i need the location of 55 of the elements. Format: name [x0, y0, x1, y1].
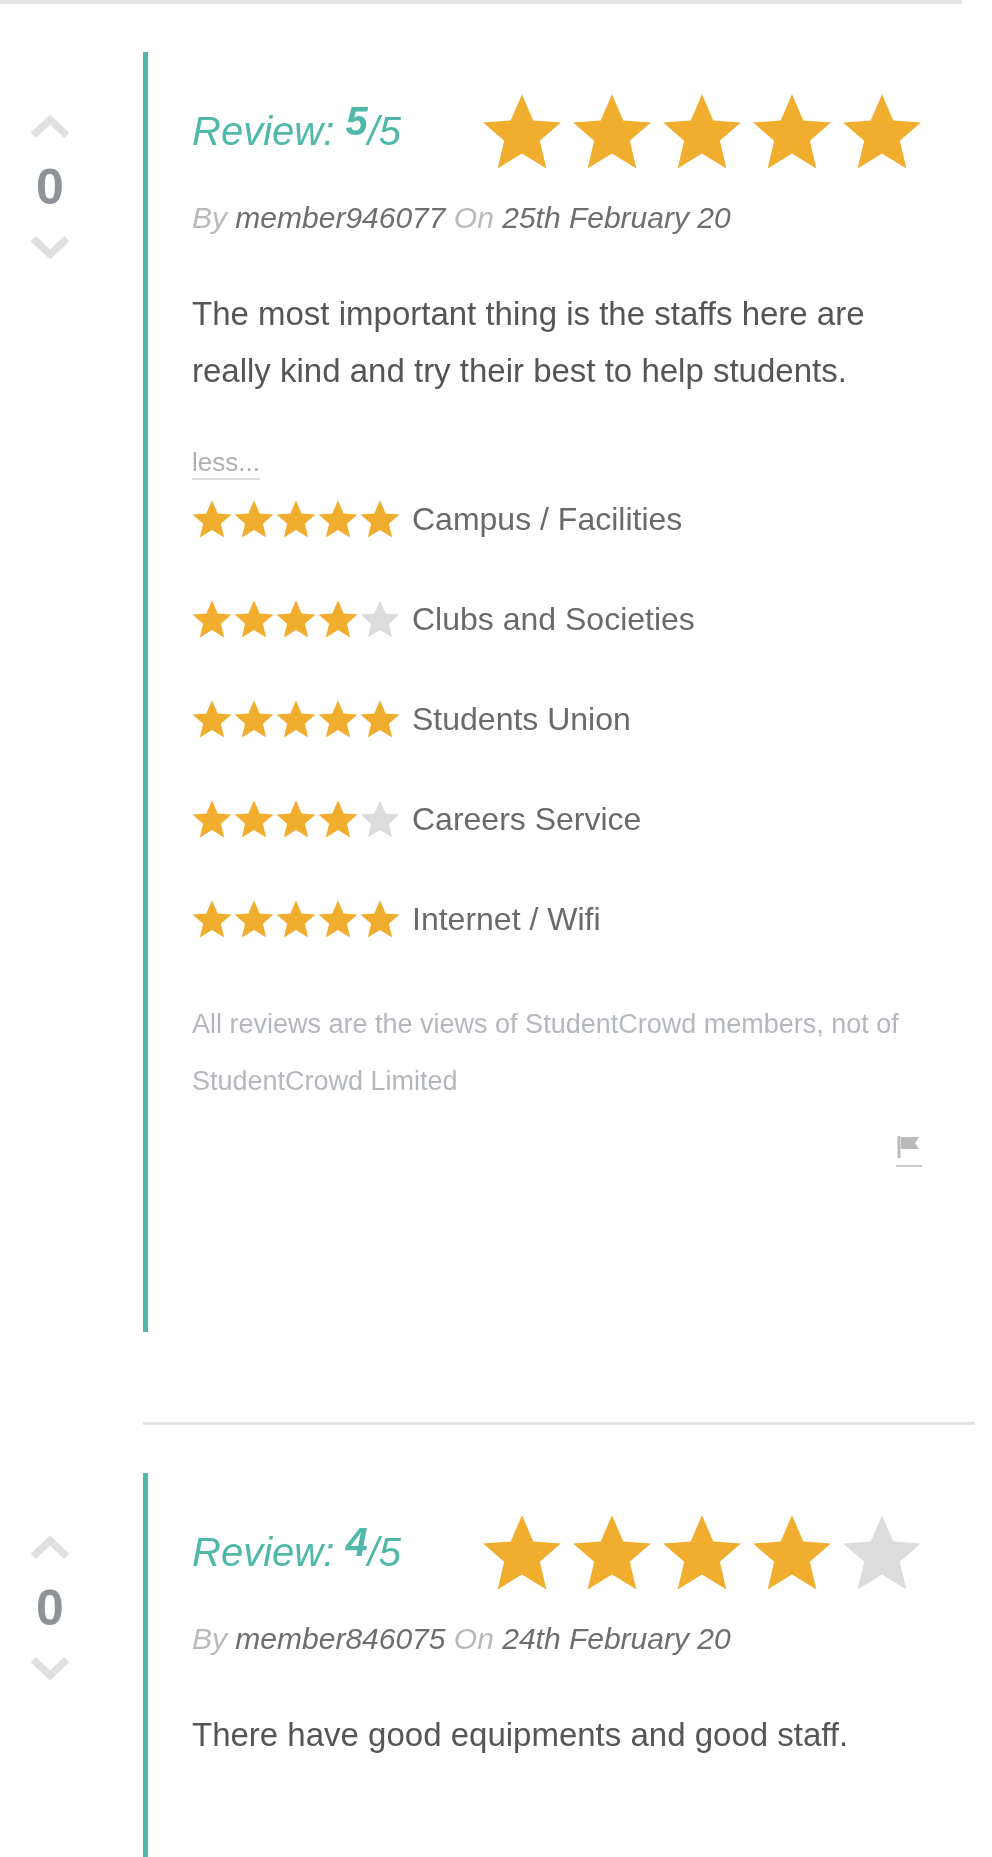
star-icon — [276, 800, 316, 838]
star-icon — [318, 900, 358, 938]
category-name: Internet / Wifi — [412, 900, 601, 938]
star-icon — [360, 800, 400, 838]
star-icon — [318, 700, 358, 738]
star-icon — [192, 900, 232, 938]
review-score: Review: 5/5 — [192, 109, 402, 154]
review-byline: By member846075 On 24th February 20 — [192, 1622, 732, 1656]
category-name: Students Union — [412, 700, 631, 738]
star-icon — [318, 600, 358, 638]
star-icon — [192, 800, 232, 838]
vote-count: 0 — [36, 1583, 64, 1633]
star-icon — [192, 700, 232, 738]
star-icon — [482, 94, 562, 169]
star-icon — [192, 600, 232, 638]
star-icon — [662, 1515, 742, 1590]
review-text: The most important thing is the staffs here are really kind and try their best to help students. — [192, 294, 866, 391]
star-icon — [234, 800, 274, 838]
star-icon — [482, 1515, 562, 1590]
star-icon — [572, 94, 652, 169]
star-icon — [360, 500, 400, 538]
upvote-icon[interactable] — [29, 114, 71, 140]
star-icon — [752, 94, 832, 169]
star-icon — [234, 700, 274, 738]
star-icon — [360, 900, 400, 938]
star-icon — [318, 800, 358, 838]
less-link[interactable]: less... — [192, 447, 260, 480]
flag-icon[interactable] — [896, 1134, 922, 1168]
review-text: There have good equipments and good staff. — [192, 1715, 850, 1755]
review-score: Review: 4/5 — [192, 1530, 402, 1575]
downvote-icon[interactable] — [29, 234, 71, 260]
star-icon — [234, 600, 274, 638]
star-icon — [662, 94, 742, 169]
star-icon — [276, 500, 316, 538]
star-icon — [276, 900, 316, 938]
star-icon — [276, 600, 316, 638]
star-icon — [192, 500, 232, 538]
star-icon — [842, 94, 922, 169]
star-icon — [360, 700, 400, 738]
star-icon — [360, 600, 400, 638]
star-icon — [752, 1515, 832, 1590]
vote-count: 0 — [36, 162, 64, 212]
category-name: Careers Service — [412, 800, 642, 838]
upvote-icon[interactable] — [29, 1535, 71, 1561]
star-icon — [842, 1515, 922, 1590]
star-icon — [234, 900, 274, 938]
star-icon — [318, 500, 358, 538]
downvote-icon[interactable] — [29, 1655, 71, 1681]
review-byline: By member946077 On 25th February 20 — [192, 201, 732, 235]
category-name: Campus / Facilities — [412, 500, 683, 538]
category-name: Clubs and Societies — [412, 600, 695, 638]
disclaimer-text: All reviews are the views of StudentCrowd members, not of StudentCrowd Limited — [192, 1008, 900, 1098]
star-icon — [276, 700, 316, 738]
star-icon — [572, 1515, 652, 1590]
star-icon — [234, 500, 274, 538]
